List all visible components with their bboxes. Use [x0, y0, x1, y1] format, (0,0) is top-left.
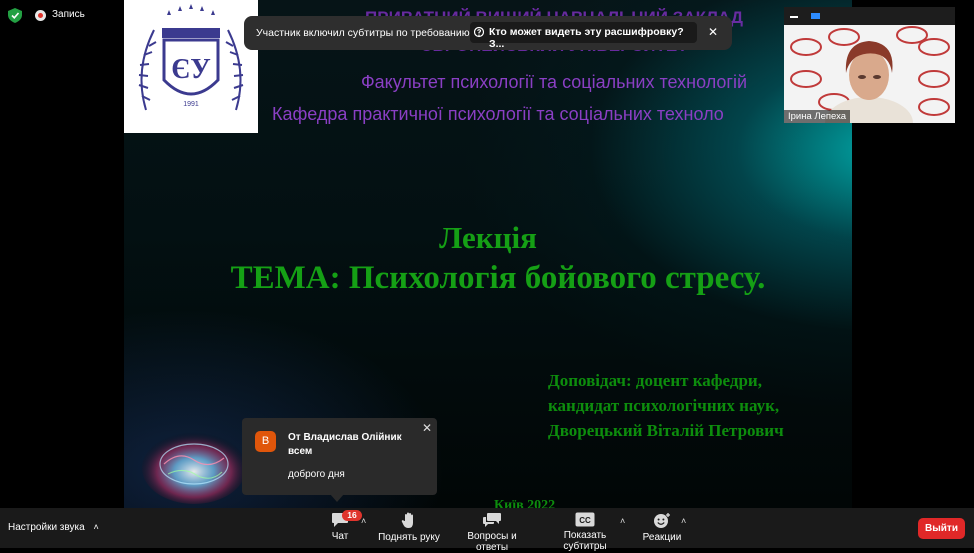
speaker-line-3: Дворецький Віталій Петрович [548, 421, 784, 440]
raise-hand-button[interactable]: Поднять руку [378, 512, 440, 543]
audio-settings-button[interactable]: Настройки звука ˄ [8, 522, 99, 533]
reactions-button[interactable]: Реакции [640, 512, 684, 543]
chat-label: Чат [331, 531, 349, 542]
close-icon[interactable]: ✕ [422, 421, 432, 435]
chevron-up-icon[interactable]: ˄ [681, 516, 686, 526]
captions-label: Показать субтитры [563, 530, 607, 552]
caption-banner: Участник включил субтитры по требованию … [244, 16, 732, 50]
layout-icon[interactable] [811, 13, 820, 19]
presentation-slide: ЄУ 1991 ПРИВАТНИЙ ВИЩИЙ НАВЧАЛЬНИЙ ЗАКЛА… [124, 0, 852, 508]
caption-banner-text: Участник включил субтитры по требованию [256, 27, 470, 39]
university-logo: ЄУ 1991 [124, 0, 258, 133]
city-year: Київ 2022 [494, 498, 556, 508]
captions-button[interactable]: CC Показать субтитры [542, 512, 628, 552]
raise-hand-icon [401, 512, 413, 528]
recording-label[interactable]: Запись [52, 9, 85, 20]
participant-video-tile[interactable]: Ірина Лепеха [784, 7, 955, 123]
raise-hand-label: Поднять руку [378, 532, 440, 543]
speaker-line-2: кандидат психологічних наук, [548, 396, 780, 415]
qa-button[interactable]: Вопросы и ответы [450, 512, 534, 553]
department-name: Кафедра практичної психології та соціаль… [272, 104, 724, 124]
smile-icon [654, 513, 670, 528]
avatar: В [255, 431, 276, 452]
transcript-visibility-button[interactable]: Кто может видеть эту расшифровку? З... [470, 22, 697, 50]
faculty-name: Факультет психології та соціальних техно… [360, 72, 748, 92]
video-controls-bar [784, 7, 955, 25]
chat-pointer [330, 494, 344, 502]
reactions-label: Реакции [642, 532, 682, 543]
participant-name: Ірина Лепеха [784, 110, 851, 123]
close-icon[interactable]: ✕ [708, 25, 718, 39]
leave-button[interactable]: Выйти [918, 518, 965, 539]
question-icon [474, 26, 484, 38]
qa-label: Вопросы и ответы [467, 531, 517, 553]
chat-message: доброго дня [288, 469, 345, 480]
cc-icon: CC [575, 512, 595, 527]
security-shield-icon[interactable] [8, 8, 22, 23]
meeting-toolbar: Настройки звука ˄ Чат ˄ Поднять руку Воп… [0, 508, 974, 553]
qa-icon [483, 513, 501, 527]
chat-sender: От Владислав Олійник всем [288, 432, 402, 457]
lecture-topic: ТЕМА: Психологія бойового стресу. [230, 260, 766, 296]
chat-notification[interactable]: В От Владислав Олійник всем доброго дня … [242, 418, 437, 502]
transcript-visibility-label: Кто может видеть эту расшифровку? З... [489, 26, 684, 50]
logo-text: ЄУ [171, 54, 211, 85]
speaker-line-1: Доповідач: доцент кафедри, [548, 371, 762, 390]
shared-screen: ЄУ 1991 ПРИВАТНИЙ ВИЩИЙ НАВЧАЛЬНИЙ ЗАКЛА… [0, 0, 974, 508]
recording-icon[interactable] [35, 10, 46, 21]
audio-settings-label: Настройки звука [8, 522, 85, 533]
brain-image [134, 420, 246, 508]
chevron-up-icon: ˄ [93, 522, 99, 532]
chat-unread-badge: 16 [342, 510, 362, 521]
logo-year: 1991 [183, 101, 199, 108]
cc-icon-text: CC [579, 516, 591, 525]
chevron-up-icon[interactable]: ˄ [361, 516, 366, 526]
chevron-up-icon[interactable]: ˄ [620, 516, 625, 526]
speaker-info: Доповідач: доцент кафедри, кандидат псих… [548, 368, 784, 443]
minimize-icon[interactable] [790, 16, 798, 18]
lecture-label: Лекція [439, 220, 537, 255]
